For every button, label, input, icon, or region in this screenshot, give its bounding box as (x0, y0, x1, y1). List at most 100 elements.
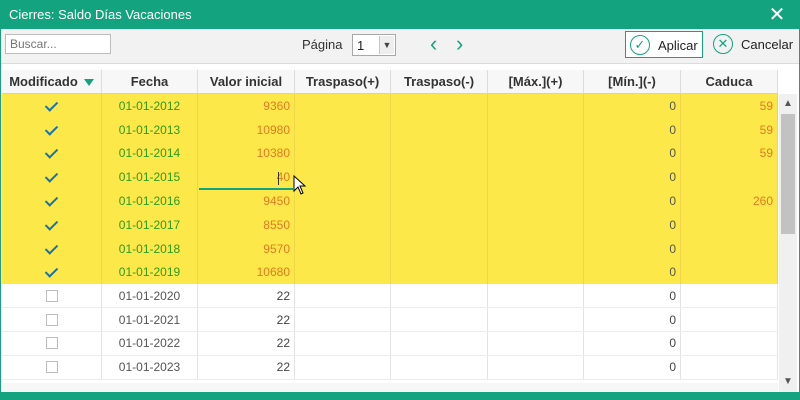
traspaso-neg-cell[interactable] (391, 117, 488, 142)
previous-page-icon[interactable]: ‹ (430, 33, 437, 55)
fecha-cell[interactable]: 01-01-2013 (102, 117, 198, 142)
traspaso-neg-cell[interactable] (391, 355, 488, 379)
min-cell[interactable]: 0 (584, 355, 681, 379)
caduca-cell[interactable] (681, 236, 778, 261)
traspaso-pos-cell[interactable] (295, 308, 391, 331)
column-header-traspaso-neg[interactable]: Traspaso(-) (391, 70, 488, 93)
traspaso-pos-cell[interactable] (295, 355, 391, 379)
table-row[interactable]: 01-01-2012 9360 0 59 (2, 94, 778, 118)
traspaso-pos-cell[interactable] (295, 332, 391, 355)
fecha-cell[interactable]: 01-01-2012 (102, 94, 198, 118)
table-row[interactable]: 01-01-2014 10380 0 59 (2, 141, 778, 166)
min-cell[interactable]: 0 (584, 284, 681, 308)
modificado-checkbox[interactable] (46, 266, 58, 278)
traspaso-pos-cell[interactable] (295, 213, 391, 237)
max-cell[interactable] (488, 94, 584, 118)
modificado-cell[interactable] (2, 308, 102, 331)
modificado-checkbox[interactable] (46, 147, 58, 159)
traspaso-neg-cell[interactable] (391, 189, 488, 213)
max-cell[interactable] (488, 141, 584, 166)
valor-inicial-cell[interactable]: 10380 (198, 141, 295, 166)
caduca-cell[interactable] (681, 165, 778, 190)
modificado-checkbox[interactable] (45, 313, 58, 326)
valor-inicial-cell[interactable]: 10980 (198, 117, 295, 142)
table-row[interactable]: 01-01-2019 10680 0 (2, 260, 778, 285)
search-input[interactable] (5, 34, 111, 54)
min-cell[interactable]: 0 (584, 236, 681, 261)
vertical-scrollbar[interactable]: ▲ ▼ (779, 94, 797, 392)
max-cell[interactable] (488, 117, 584, 142)
modificado-cell[interactable] (2, 189, 102, 213)
scroll-up-icon[interactable]: ▲ (779, 96, 797, 112)
traspaso-neg-cell[interactable] (391, 94, 488, 118)
column-header-valor-inicial[interactable]: Valor inicial (198, 70, 295, 93)
fecha-cell[interactable]: 01-01-2022 (102, 332, 198, 355)
table-row[interactable]: 01-01-2023 22 0 (2, 355, 778, 380)
min-cell[interactable]: 0 (584, 189, 681, 213)
table-row[interactable]: 01-01-2017 8550 0 (2, 213, 778, 237)
modificado-checkbox[interactable] (46, 171, 58, 183)
modificado-cell[interactable] (2, 94, 102, 118)
valor-inicial-cell[interactable]: 9360 (198, 94, 295, 118)
column-header-caduca[interactable]: Caduca (681, 70, 778, 93)
traspaso-pos-cell[interactable] (295, 260, 391, 285)
table-row[interactable]: 01-01-2020 22 0 (2, 284, 778, 309)
table-row[interactable]: 01-01-2015 40 0 (2, 165, 778, 190)
column-header-fecha[interactable]: Fecha (102, 70, 198, 93)
caduca-cell[interactable] (681, 284, 778, 308)
column-header-modificado[interactable]: Modificado (2, 70, 102, 93)
column-header-min[interactable]: [Mín.](-) (584, 70, 681, 93)
valor-inicial-cell[interactable]: 9450 (198, 189, 295, 213)
modificado-cell[interactable] (2, 260, 102, 285)
min-cell[interactable]: 0 (584, 117, 681, 142)
fecha-cell[interactable]: 01-01-2018 (102, 236, 198, 261)
min-cell[interactable]: 0 (584, 213, 681, 237)
traspaso-neg-cell[interactable] (391, 141, 488, 166)
valor-inicial-cell[interactable]: 8550 (198, 213, 295, 237)
traspaso-pos-cell[interactable] (295, 141, 391, 166)
valor-inicial-cell[interactable]: 22 (198, 284, 295, 308)
valor-inicial-cell[interactable]: 40 (198, 165, 295, 190)
scrollbar-thumb[interactable] (781, 114, 795, 234)
traspaso-pos-cell[interactable] (295, 117, 391, 142)
traspaso-neg-cell[interactable] (391, 308, 488, 331)
modificado-checkbox[interactable] (46, 243, 58, 255)
valor-inicial-cell[interactable]: 10680 (198, 260, 295, 285)
modificado-cell[interactable] (2, 236, 102, 261)
valor-inicial-cell[interactable]: 22 (198, 355, 295, 379)
traspaso-pos-cell[interactable] (295, 284, 391, 308)
table-row[interactable]: 01-01-2016 9450 0 260 (2, 189, 778, 213)
modificado-cell[interactable] (2, 284, 102, 308)
table-row[interactable]: 01-01-2022 22 0 (2, 332, 778, 356)
apply-button[interactable]: ✓ Aplicar (625, 31, 703, 58)
traspaso-pos-cell[interactable] (295, 189, 391, 213)
modificado-checkbox[interactable] (45, 337, 58, 350)
min-cell[interactable]: 0 (584, 94, 681, 118)
valor-inicial-cell[interactable]: 9570 (198, 236, 295, 261)
traspaso-neg-cell[interactable] (391, 165, 488, 190)
column-header-max[interactable]: [Máx.](+) (488, 70, 584, 93)
traspaso-neg-cell[interactable] (391, 284, 488, 308)
modificado-cell[interactable] (2, 141, 102, 166)
cancel-button[interactable]: ✕ Cancelar (709, 31, 793, 58)
min-cell[interactable]: 0 (584, 141, 681, 166)
filter-icon[interactable] (83, 79, 94, 87)
traspaso-neg-cell[interactable] (391, 213, 488, 237)
valor-inicial-cell[interactable]: 22 (198, 332, 295, 355)
fecha-cell[interactable]: 01-01-2023 (102, 355, 198, 379)
table-row[interactable]: 01-01-2018 9570 0 (2, 236, 778, 261)
valor-inicial-cell[interactable]: 22 (198, 308, 295, 331)
max-cell[interactable] (488, 308, 584, 331)
fecha-cell[interactable]: 01-01-2014 (102, 141, 198, 166)
fecha-cell[interactable]: 01-01-2019 (102, 260, 198, 285)
page-select[interactable]: 1 ▼ (352, 34, 396, 56)
max-cell[interactable] (488, 213, 584, 237)
min-cell[interactable]: 0 (584, 260, 681, 285)
next-page-icon[interactable]: › (456, 33, 463, 55)
traspaso-neg-cell[interactable] (391, 332, 488, 355)
caduca-cell[interactable] (681, 332, 778, 355)
table-row[interactable]: 01-01-2013 10980 0 59 (2, 117, 778, 142)
max-cell[interactable] (488, 355, 584, 379)
close-icon[interactable]: ✕ (765, 3, 789, 27)
modificado-checkbox[interactable] (46, 195, 58, 207)
